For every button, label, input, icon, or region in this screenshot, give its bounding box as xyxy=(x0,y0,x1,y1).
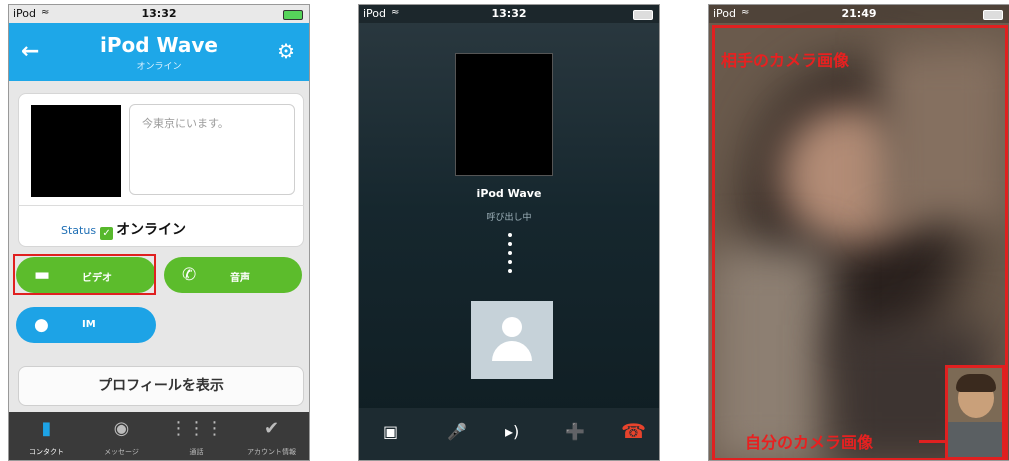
calling-screen: iPod ≈ 13:32 iPod Wave 呼び出し中 ▣ 🎤 ▸) ➕ ☎ xyxy=(358,4,660,461)
mood-message-box: 今東京にいます。 xyxy=(129,104,295,195)
im-label: IM xyxy=(82,319,96,330)
dialpad-icon: ⋮⋮⋮ xyxy=(169,418,224,439)
status-label: Status xyxy=(61,224,97,237)
contact-name: iPod Wave xyxy=(100,33,218,57)
contact-avatar xyxy=(31,105,121,197)
progress-dots xyxy=(505,233,515,278)
self-hair xyxy=(956,374,996,392)
callout-line xyxy=(919,440,945,443)
self-camera-view[interactable] xyxy=(945,365,1005,460)
tab-account[interactable]: ✔ アカウント情報 xyxy=(234,412,309,460)
battery-icon xyxy=(283,10,303,20)
tab-label: 通話 xyxy=(189,448,204,456)
call-status: 呼び出し中 xyxy=(486,213,532,223)
avatar-head xyxy=(502,317,522,337)
tab-bar: ▮ コンタクト ◉ メッセージ ⋮⋮⋮ 通話 ✔ アカウント情報 xyxy=(9,412,309,460)
tab-label: アカウント情報 xyxy=(247,448,296,456)
clock: 21:49 xyxy=(841,7,877,20)
im-button[interactable]: ● IM xyxy=(16,307,156,343)
gear-icon[interactable]: ⚙ xyxy=(277,39,295,63)
tab-label: コンタクト xyxy=(29,448,64,456)
mood-message: 今東京にいます。 xyxy=(142,117,229,130)
contact-screen: iPod ≈ 13:32 ← iPod Wave オンライン ⚙ 今東京にいます。… xyxy=(8,4,310,461)
self-shirt xyxy=(948,422,1002,457)
chat-bubble-icon: ● xyxy=(34,315,49,335)
video-camera-icon[interactable]: ▣ xyxy=(383,422,398,441)
checkmark-icon: ✔ xyxy=(263,418,280,439)
clock: 13:32 xyxy=(491,7,527,20)
default-avatar xyxy=(471,301,553,379)
battery-icon xyxy=(983,10,1003,20)
tab-calls[interactable]: ⋮⋮⋮ 通話 xyxy=(159,412,234,460)
caller-video-preview xyxy=(455,53,553,176)
tab-label: メッセージ xyxy=(104,448,139,456)
status-bar: iPod ≈ 13:32 xyxy=(359,5,659,23)
avatar-body xyxy=(492,341,532,361)
microphone-icon[interactable]: 🎤 xyxy=(447,422,467,441)
status-bar: iPod ≈ 13:32 xyxy=(9,5,309,23)
voice-call-label: 音声 xyxy=(230,273,250,284)
contacts-icon: ▮ xyxy=(41,418,52,439)
video-call-screen: iPod ≈ 21:49 相手のカメラ画像 自分のカメラ画像 xyxy=(708,4,1009,461)
add-call-icon[interactable]: ➕ xyxy=(565,422,585,441)
contact-presence: オンライン xyxy=(136,62,182,72)
self-camera-label: 自分のカメラ画像 xyxy=(745,433,874,452)
remote-camera-label: 相手のカメラ画像 xyxy=(721,51,850,70)
caller-name: iPod Wave xyxy=(476,187,542,200)
voice-call-button[interactable]: ✆ 音声 xyxy=(164,257,302,293)
online-check-icon: ✓ xyxy=(100,227,114,240)
end-call-icon[interactable]: ☎ xyxy=(621,419,646,443)
call-control-bar: ▣ 🎤 ▸) ➕ ☎ xyxy=(359,408,659,460)
battery-icon xyxy=(633,10,653,20)
status-bar: iPod ≈ 21:49 xyxy=(709,5,1009,23)
tab-contacts[interactable]: ▮ コンタクト xyxy=(9,412,84,460)
status-row: Status ✓ オンライン xyxy=(61,219,186,240)
view-profile-button[interactable]: プロフィールを表示 xyxy=(18,366,304,406)
speaker-icon[interactable]: ▸) xyxy=(505,422,519,441)
clock: 13:32 xyxy=(141,7,177,20)
video-button-highlight xyxy=(13,254,156,295)
status-value: オンライン xyxy=(116,222,187,238)
chat-bubble-icon: ◉ xyxy=(113,418,130,439)
contact-header: ← iPod Wave オンライン ⚙ xyxy=(9,23,309,81)
tab-messages[interactable]: ◉ メッセージ xyxy=(84,412,159,460)
phone-icon: ✆ xyxy=(182,265,197,285)
divider xyxy=(18,205,304,206)
